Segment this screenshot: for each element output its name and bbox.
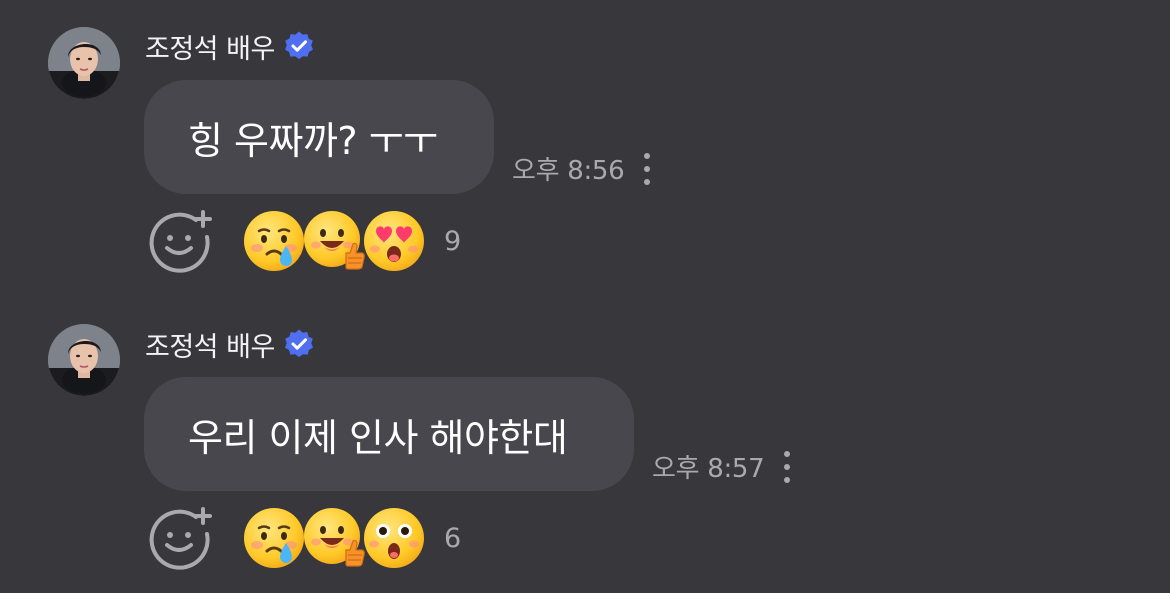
reaction-bar: 9 <box>148 209 461 273</box>
avatar-image <box>48 27 120 99</box>
heart-eyes-face-icon <box>362 209 426 273</box>
reaction-count[interactable]: 6 <box>444 523 461 554</box>
sender-name[interactable]: 조정석 배우 <box>145 27 275 66</box>
timestamp: 오후 8:56 <box>512 156 625 186</box>
message-bubble[interactable]: 힝 우짜까? ㅜㅜ <box>144 80 494 194</box>
sender-header: 조정석 배우 <box>145 324 315 364</box>
message-meta: 오후 8:56 <box>512 150 652 187</box>
sender-header: 조정석 배우 <box>145 26 315 66</box>
add-reaction-icon[interactable] <box>148 208 214 274</box>
avatar[interactable] <box>48 27 120 99</box>
message-bubble[interactable]: 우리 이제 인사 해야한대 <box>144 377 634 491</box>
reaction-bar: 6 <box>148 506 461 570</box>
timestamp: 오후 8:57 <box>652 454 765 484</box>
more-options-icon[interactable] <box>642 152 652 185</box>
add-reaction-icon[interactable] <box>148 505 214 571</box>
surprised-face-icon <box>362 506 426 570</box>
avatar-image <box>48 324 120 396</box>
message-1: 조정석 배우 힝 우짜까? ㅜㅜ 오후 8:56 9 <box>0 0 1170 296</box>
more-options-icon[interactable] <box>782 450 792 483</box>
thumbs-up-face-icon <box>302 209 366 273</box>
reaction-count[interactable]: 9 <box>444 226 461 257</box>
message-text: 힝 우짜까? ㅜㅜ <box>188 118 438 163</box>
crying-face-icon <box>242 506 306 570</box>
message-text: 우리 이제 인사 해야한대 <box>188 415 568 460</box>
avatar[interactable] <box>48 324 120 396</box>
sender-name[interactable]: 조정석 배우 <box>145 325 275 364</box>
crying-face-icon <box>242 209 306 273</box>
verified-badge-icon <box>283 328 315 360</box>
reaction-emojis[interactable] <box>242 506 422 570</box>
thumbs-up-face-icon <box>302 506 366 570</box>
reaction-emojis[interactable] <box>242 209 422 273</box>
message-meta: 오후 8:57 <box>652 448 792 485</box>
message-2: 조정석 배우 우리 이제 인사 해야한대 오후 8:57 6 <box>0 296 1170 593</box>
verified-badge-icon <box>283 30 315 62</box>
